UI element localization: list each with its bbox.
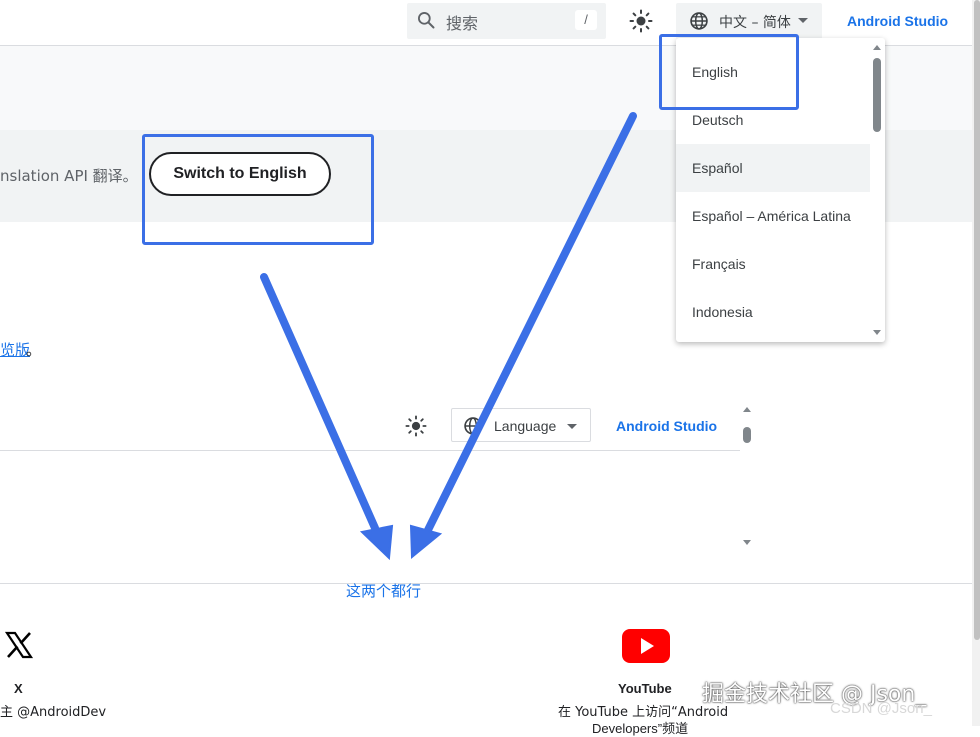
page-scrollbar-thumb[interactable]	[974, 0, 980, 640]
x-logo-icon[interactable]	[4, 630, 34, 660]
x-description[interactable]: 主 @AndroidDev	[0, 701, 106, 720]
arrow-left-head	[359, 524, 394, 561]
annotation-caption: 这两个都行	[346, 582, 422, 600]
watermark-csdn: CSDN @Json_	[830, 700, 932, 717]
youtube-logo-icon[interactable]	[622, 629, 670, 663]
x-title: X	[14, 681, 23, 696]
arrow-left-shaft	[260, 273, 379, 532]
arrow-right-head	[409, 524, 443, 560]
arrow-right-shaft	[424, 112, 637, 534]
youtube-title: YouTube	[618, 681, 672, 696]
youtube-description-line2[interactable]: Developers”频道	[592, 718, 688, 737]
annotation-arrows	[260, 112, 637, 561]
